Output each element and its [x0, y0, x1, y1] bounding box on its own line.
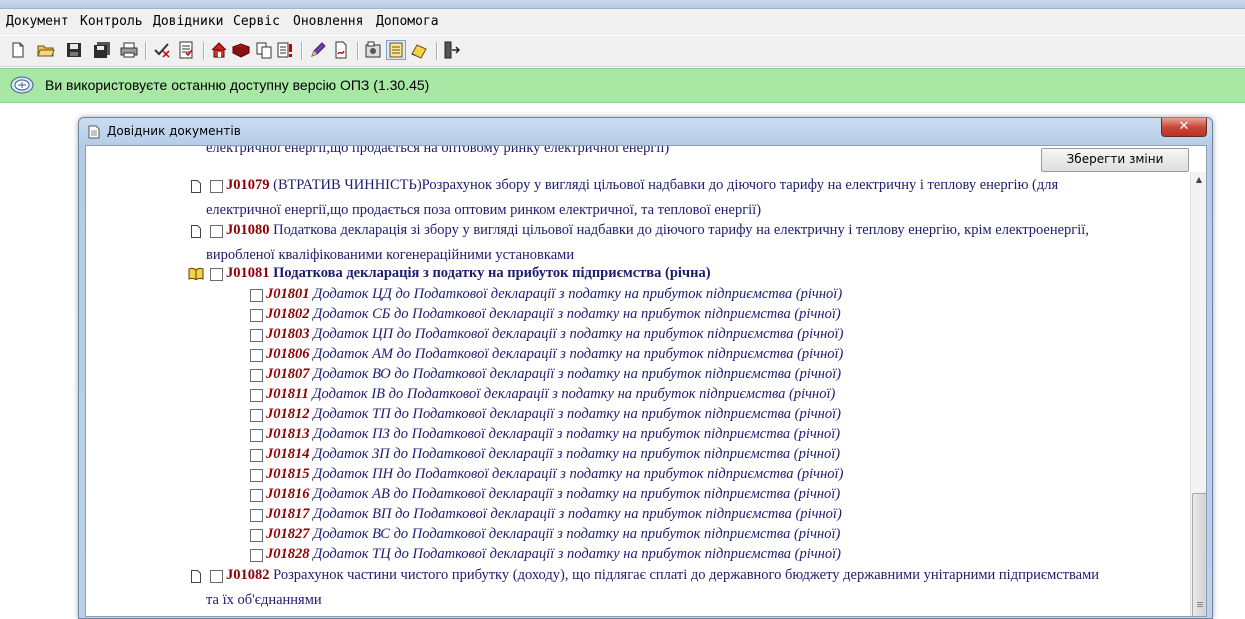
save-changes-button[interactable]: Зберегти зміни [1041, 148, 1189, 172]
attachment-checkbox[interactable] [250, 349, 263, 362]
document-item-j01082[interactable]: J01082 Розрахунок частини чистого прибут… [226, 567, 1099, 584]
attachment-checkbox[interactable] [250, 449, 263, 462]
document-icon [191, 180, 201, 193]
list-icon[interactable] [386, 40, 406, 60]
document-icon [191, 225, 201, 238]
document-checkbox[interactable] [210, 570, 223, 583]
open-book-icon [188, 267, 204, 280]
window-title: Довідник документів [107, 124, 241, 138]
attachment-item[interactable]: J01812 Додаток ТП до Податкової декларац… [266, 406, 841, 423]
toolbar-separator [145, 42, 147, 60]
exit-icon[interactable] [443, 41, 461, 59]
pen-icon[interactable] [309, 41, 327, 59]
attachment-item[interactable]: J01828 Додаток ТЦ до Податкової декларац… [266, 546, 841, 563]
window-titlebar-strip [0, 0, 1245, 9]
attachment-item[interactable]: J01801 Додаток ЦД до Податкової декларац… [266, 286, 842, 303]
menu-help[interactable]: Допомога [376, 14, 439, 29]
menu-service[interactable]: Сервіс [233, 14, 280, 29]
check-list-icon[interactable] [177, 41, 195, 59]
attachment-item[interactable]: J01802 Додаток СБ до Податкової декларац… [266, 306, 841, 323]
attachment-checkbox[interactable] [250, 429, 263, 442]
open-folder-icon[interactable] [37, 41, 55, 59]
settings-icon[interactable] [364, 41, 382, 59]
document-reference-window: Довідник документів ✕ електричної енергі… [78, 117, 1213, 619]
menu-updates[interactable]: Оновлення [293, 14, 363, 29]
report-icon[interactable] [276, 41, 294, 59]
opz-logo-icon [10, 75, 34, 99]
pen-yellow-icon[interactable] [410, 41, 428, 59]
toolbar-separator [301, 42, 303, 60]
attachment-item[interactable]: J01803 Додаток ЦП до Податкової декларац… [266, 326, 843, 343]
menu-document[interactable]: Документ [6, 14, 69, 29]
print-icon[interactable] [120, 41, 138, 59]
toolbar [0, 36, 1245, 67]
attachment-checkbox[interactable] [250, 329, 263, 342]
attachment-item[interactable]: J01814 Додаток ЗП до Податкової декларац… [266, 446, 840, 463]
document-item-j01082-cont: та їх об'єднаннями [206, 592, 322, 608]
document-icon [191, 570, 201, 583]
document-item-j01079-cont: електричної енергії,що продається поза о… [206, 202, 762, 218]
attachment-checkbox[interactable] [250, 469, 263, 482]
list-item-fragment: електричної енергії,що продається на опт… [206, 145, 670, 156]
attachment-item[interactable]: J01817 Додаток ВП до Податкової декларац… [266, 506, 842, 523]
attachment-checkbox[interactable] [250, 509, 263, 522]
attachment-checkbox[interactable] [250, 409, 263, 422]
attachment-item[interactable]: J01815 Додаток ПН до Податкової декларац… [266, 466, 843, 483]
attachment-checkbox[interactable] [250, 489, 263, 502]
menu-control[interactable]: Контроль [80, 14, 143, 29]
toolbar-separator [436, 42, 438, 60]
check-icon[interactable] [153, 41, 171, 59]
attachment-item[interactable]: J01807 Додаток ВО до Податкової декларац… [266, 366, 841, 383]
document-item-j01080-cont: виробленої кваліфікованими когенераційни… [206, 247, 575, 263]
attachment-item[interactable]: J01811 Додаток ІВ до Податкової декларац… [266, 386, 835, 403]
attachment-checkbox[interactable] [250, 389, 263, 402]
document-checkbox[interactable] [210, 268, 223, 281]
attachment-checkbox[interactable] [250, 309, 263, 322]
scrollbar-thumb[interactable] [1192, 493, 1206, 616]
scroll-up-arrow-icon[interactable]: ▲ [1191, 172, 1206, 188]
document-checkbox[interactable] [210, 225, 223, 238]
new-file-icon[interactable] [9, 41, 27, 59]
attachment-checkbox[interactable] [250, 369, 263, 382]
doc-red-icon[interactable] [332, 41, 350, 59]
document-checkbox[interactable] [210, 180, 223, 193]
document-list-panel: електричної енергії,що продається на опт… [85, 145, 1207, 617]
attachment-checkbox[interactable] [250, 529, 263, 542]
home-icon[interactable] [210, 41, 228, 59]
window-doc-icon [88, 124, 100, 143]
book-icon[interactable] [232, 41, 250, 59]
toolbar-separator [203, 42, 205, 60]
version-message: Ви використовуєте останню доступну версі… [45, 77, 430, 93]
copy-icon[interactable] [255, 41, 273, 59]
attachment-item[interactable]: J01816 Додаток АВ до Податкової декларац… [266, 486, 840, 503]
close-button[interactable]: ✕ [1161, 118, 1207, 137]
vertical-scrollbar[interactable]: ▲ [1190, 172, 1206, 616]
attachment-item[interactable]: J01827 Додаток ВС до Податкової декларац… [266, 526, 840, 543]
menu-bar: Документ Контроль Довідники Сервіс Оновл… [0, 9, 1245, 35]
save-all-icon[interactable] [93, 41, 111, 59]
version-info-bar: Ви використовуєте останню доступну версі… [0, 68, 1245, 103]
document-item-j01079[interactable]: J01079 (ВТРАТИВ ЧИННІСТЬ)Розрахунок збор… [226, 177, 1058, 194]
document-item-j01081[interactable]: J01081 Податкова декларація з податку на… [226, 265, 711, 282]
save-icon[interactable] [65, 41, 83, 59]
attachment-item[interactable]: J01806 Додаток АМ до Податкової декларац… [266, 346, 843, 363]
document-item-j01080[interactable]: J01080 Податкова декларація зі збору у в… [226, 222, 1089, 239]
menu-references[interactable]: Довідники [153, 14, 223, 29]
attachment-item[interactable]: J01813 Додаток ПЗ до Податкової декларац… [266, 426, 840, 443]
toolbar-separator [357, 42, 359, 60]
attachment-checkbox[interactable] [250, 549, 263, 562]
attachment-checkbox[interactable] [250, 289, 263, 302]
